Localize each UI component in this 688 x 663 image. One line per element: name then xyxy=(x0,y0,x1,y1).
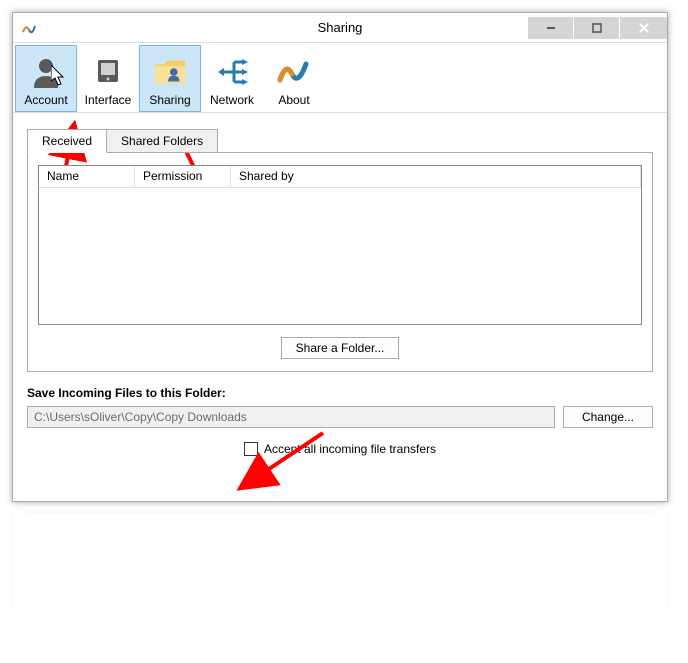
reflection: Share a Folder... Save Incoming Files to… xyxy=(12,512,668,652)
accept-all-row: Accept all incoming file transfers xyxy=(27,442,653,456)
toolbar: Account Interface Sharing xyxy=(13,43,667,113)
content-area: Received Shared Folders Name Permission … xyxy=(13,113,667,468)
maximize-button[interactable] xyxy=(573,17,619,39)
tab-shared-folders[interactable]: Shared Folders xyxy=(107,129,218,153)
minimize-button[interactable] xyxy=(527,17,573,39)
column-name[interactable]: Name xyxy=(39,166,135,188)
about-icon xyxy=(275,53,313,91)
toolbar-about[interactable]: About xyxy=(263,45,325,112)
close-button[interactable] xyxy=(619,17,667,39)
toolbar-sharing[interactable]: Sharing xyxy=(139,45,201,112)
toolbar-interface-label: Interface xyxy=(85,93,132,107)
accept-all-checkbox[interactable] xyxy=(244,442,258,456)
app-icon xyxy=(21,20,37,36)
listview-header: Name Permission Shared by xyxy=(39,166,641,188)
column-permission[interactable]: Permission xyxy=(135,166,231,188)
toolbar-network[interactable]: Network xyxy=(201,45,263,112)
toolbar-interface[interactable]: Interface xyxy=(77,45,139,112)
toolbar-account-label: Account xyxy=(24,93,67,107)
incoming-path-field xyxy=(27,406,555,428)
tab-strip: Received Shared Folders xyxy=(27,129,653,153)
person-icon xyxy=(27,53,65,91)
toolbar-network-label: Network xyxy=(210,93,254,107)
tab-body: Name Permission Shared by Share a Folder… xyxy=(27,152,653,372)
monitor-icon xyxy=(89,53,127,91)
folder-share-icon xyxy=(151,53,189,91)
window-controls xyxy=(527,17,667,39)
received-listview[interactable]: Name Permission Shared by xyxy=(38,165,642,325)
tab-received[interactable]: Received xyxy=(27,129,107,153)
titlebar: Sharing xyxy=(13,13,667,43)
toolbar-about-label: About xyxy=(278,93,309,107)
accept-all-label: Accept all incoming file transfers xyxy=(264,442,436,456)
main-window: Sharing Account xyxy=(12,12,668,502)
change-button[interactable]: Change... xyxy=(563,406,653,428)
save-incoming-label: Save Incoming Files to this Folder: xyxy=(27,386,653,400)
path-row: Change... xyxy=(27,406,653,428)
toolbar-account[interactable]: Account xyxy=(15,45,77,112)
network-icon xyxy=(213,53,251,91)
toolbar-sharing-label: Sharing xyxy=(149,93,190,107)
column-shared-by[interactable]: Shared by xyxy=(231,166,641,188)
share-folder-button[interactable]: Share a Folder... xyxy=(281,337,400,359)
